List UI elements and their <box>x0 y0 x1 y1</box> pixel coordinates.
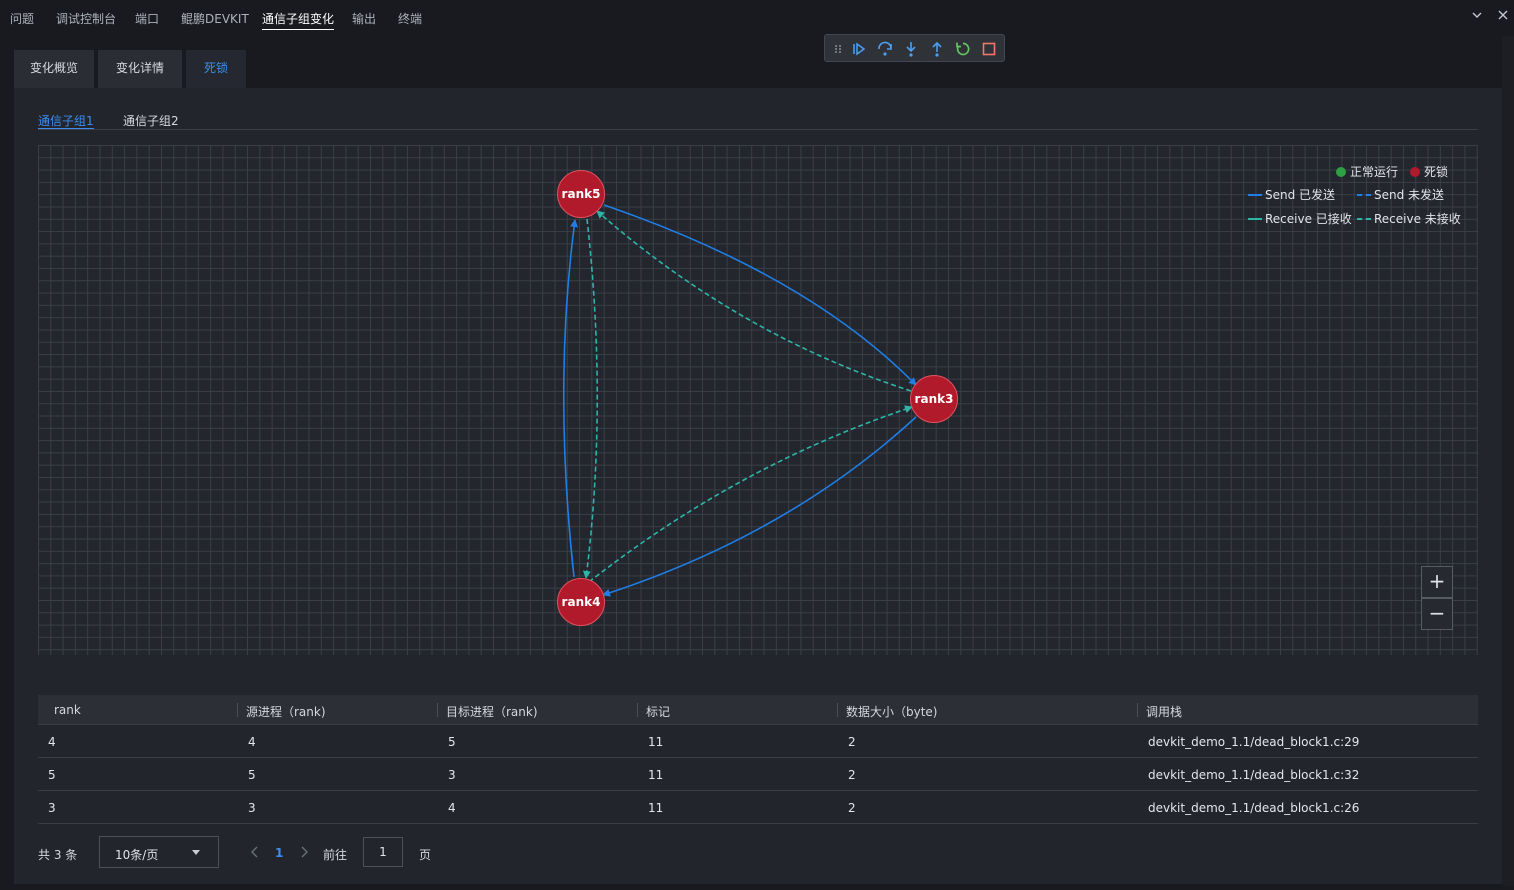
panel-tab-bar: 问题 调试控制台 端口 鲲鹏DEVKIT 通信子组变化 输出 终端 <box>0 0 1514 34</box>
legend-normal: 正常运行 <box>1336 163 1398 180</box>
tab-change-overview[interactable]: 变化概览 <box>14 50 94 88</box>
col-divider[interactable] <box>237 703 238 717</box>
table-header: rank 源进程（rank) 目标进程（rank) 标记 数据大小（byte) … <box>38 695 1478 725</box>
panel-tab-comm-subgroup[interactable]: 通信子组变化 <box>262 10 335 30</box>
drag-handle-icon[interactable] <box>833 40 843 58</box>
legend-send-pending-label: Send 未发送 <box>1374 188 1445 202</box>
tab-change-details[interactable]: 变化详情 <box>98 50 182 88</box>
pagination-total: 共 3 条 <box>38 848 78 862</box>
graph-node-rank5[interactable]: rank5 <box>557 170 605 218</box>
prev-page-icon[interactable] <box>248 843 262 861</box>
dashed-line-icon <box>1357 194 1371 196</box>
edge-recv-rank4-rank3 <box>588 405 913 583</box>
legend-recv-done: Receive 已接收 <box>1248 210 1352 227</box>
chevron-down-icon[interactable] <box>1471 9 1483 25</box>
panel-tab-ports[interactable]: 端口 <box>135 10 159 27</box>
cell-source: 4 <box>248 735 256 749</box>
graph-node-rank4[interactable]: rank4 <box>557 578 605 626</box>
col-source: 源进程（rank) <box>246 705 326 719</box>
step-into-icon[interactable] <box>902 40 920 58</box>
cell-size: 2 <box>848 735 856 749</box>
cell-tag: 11 <box>648 735 664 749</box>
cell-callstack[interactable]: devkit_demo_1.1/dead_block1.c:29 <box>1148 735 1359 749</box>
edge-send-rank4-rank5 <box>562 219 579 578</box>
table-row[interactable]: 4 4 5 11 2 devkit_demo_1.1/dead_block1.c… <box>38 725 1478 758</box>
col-divider[interactable] <box>437 703 438 717</box>
legend-send-done-label: Send 已发送 <box>1265 188 1336 202</box>
col-divider[interactable] <box>837 703 838 717</box>
dashed-line-icon <box>1357 218 1371 220</box>
solid-line-icon <box>1248 218 1262 220</box>
goto-page-input[interactable]: 1 <box>363 837 403 867</box>
stop-icon[interactable] <box>980 40 998 58</box>
cell-rank: 5 <box>48 768 56 782</box>
legend-send-done: Send 已发送 <box>1248 186 1335 203</box>
deadlock-graph[interactable]: rank5 rank3 rank4 正常运行 死锁 Send 已发送 Send … <box>38 145 1478 655</box>
page-size-value: 10条/页 <box>115 848 159 862</box>
cell-rank: 4 <box>48 735 56 749</box>
col-tag: 标记 <box>646 705 671 719</box>
col-target: 目标进程（rank) <box>446 705 538 719</box>
close-icon[interactable] <box>1497 9 1509 25</box>
cell-target: 4 <box>448 801 456 815</box>
cell-target: 5 <box>448 735 456 749</box>
panel-tab-devkit[interactable]: 鲲鹏DEVKIT <box>181 10 249 27</box>
legend-recv-pending-label: Receive 未接收 <box>1374 212 1461 226</box>
next-page-icon[interactable] <box>297 843 311 861</box>
continue-icon[interactable] <box>850 40 868 58</box>
page-size-select[interactable]: 10条/页 <box>99 836 219 868</box>
red-dot-icon <box>1410 167 1420 177</box>
panel-tab-debug-console[interactable]: 调试控制台 <box>56 10 116 27</box>
green-dot-icon <box>1336 167 1346 177</box>
cell-tag: 11 <box>648 801 664 815</box>
cell-callstack[interactable]: devkit_demo_1.1/dead_block1.c:32 <box>1148 768 1359 782</box>
cell-callstack[interactable]: devkit_demo_1.1/dead_block1.c:26 <box>1148 801 1359 815</box>
edge-recv-rank5-rank4 <box>582 218 599 579</box>
zoom-in-button[interactable]: + <box>1421 566 1453 598</box>
tab-deadlock[interactable]: 死锁 <box>186 50 246 88</box>
zoom-out-button[interactable]: − <box>1421 598 1453 630</box>
panel-tab-output[interactable]: 输出 <box>352 10 376 27</box>
page-number-current[interactable]: 1 <box>275 846 283 860</box>
legend-deadlock-label: 死锁 <box>1424 165 1449 179</box>
cell-source: 3 <box>248 801 256 815</box>
restart-icon[interactable] <box>954 40 972 58</box>
subtab-divider <box>38 129 1478 130</box>
col-callstack: 调用栈 <box>1146 705 1183 719</box>
caret-down-icon <box>192 850 200 855</box>
step-over-icon[interactable] <box>876 40 894 58</box>
page-suffix-label: 页 <box>419 848 432 862</box>
legend-send-pending: Send 未发送 <box>1357 186 1444 203</box>
col-divider[interactable] <box>637 703 638 717</box>
subtab-comm-group-2[interactable]: 通信子组2 <box>123 112 179 129</box>
vertical-scrollbar[interactable] <box>1502 36 1514 886</box>
subtab-comm-group-1[interactable]: 通信子组1 <box>38 112 94 130</box>
legend-normal-label: 正常运行 <box>1350 165 1399 179</box>
debug-toolbar <box>824 34 1005 62</box>
table-row[interactable]: 5 5 3 11 2 devkit_demo_1.1/dead_block1.c… <box>38 758 1478 791</box>
panel-tab-terminal[interactable]: 终端 <box>398 10 422 27</box>
deadlock-table: rank 源进程（rank) 目标进程（rank) 标记 数据大小（byte) … <box>38 695 1478 824</box>
panel-tab-problems[interactable]: 问题 <box>10 10 34 27</box>
cell-source: 5 <box>248 768 256 782</box>
col-divider[interactable] <box>1137 703 1138 717</box>
legend-deadlock: 死锁 <box>1410 163 1448 180</box>
legend-recv-done-label: Receive 已接收 <box>1265 212 1352 226</box>
cell-target: 3 <box>448 768 456 782</box>
edge-send-rank3-rank4 <box>602 416 917 597</box>
step-out-icon[interactable] <box>928 40 946 58</box>
graph-node-rank3[interactable]: rank3 <box>910 375 958 423</box>
edge-recv-rank3-rank5 <box>596 210 912 392</box>
cell-tag: 11 <box>648 768 664 782</box>
col-size: 数据大小（byte) <box>846 705 938 719</box>
cell-size: 2 <box>848 768 856 782</box>
legend-recv-pending: Receive 未接收 <box>1357 210 1461 227</box>
solid-line-icon <box>1248 194 1262 196</box>
cell-size: 2 <box>848 801 856 815</box>
table-row[interactable]: 3 3 4 11 2 devkit_demo_1.1/dead_block1.c… <box>38 791 1478 824</box>
edge-send-rank5-rank3 <box>603 204 917 386</box>
col-rank: rank <box>54 703 81 717</box>
goto-label: 前往 <box>323 848 348 862</box>
cell-rank: 3 <box>48 801 56 815</box>
